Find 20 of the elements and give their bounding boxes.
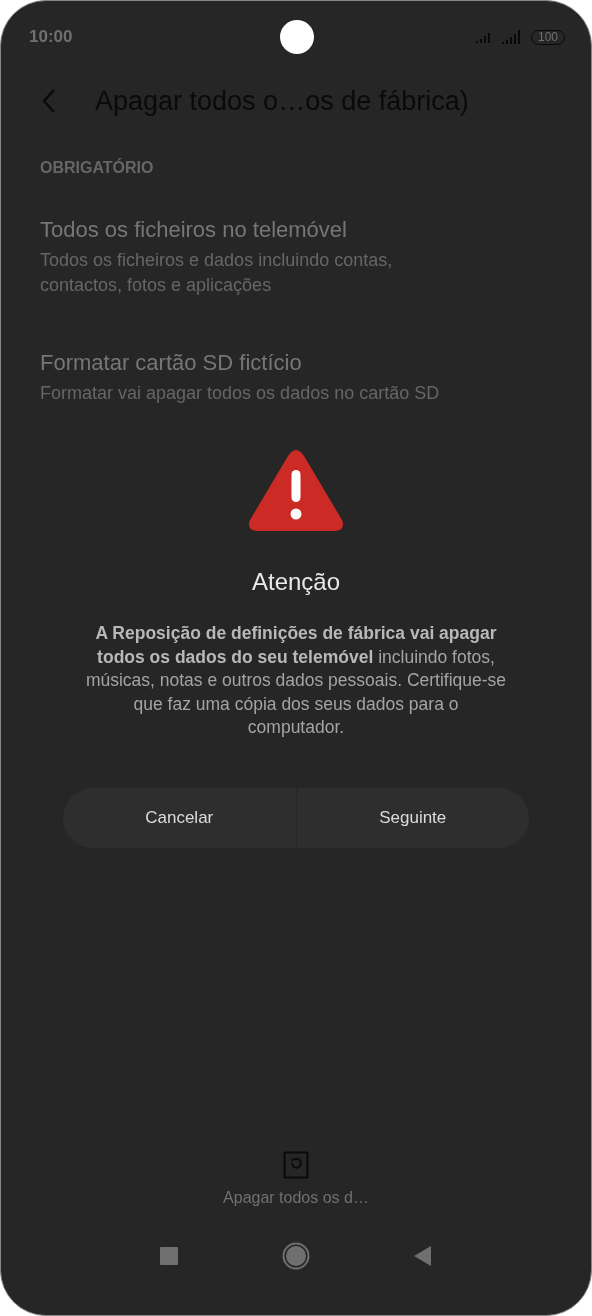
recents-icon[interactable] [160, 1247, 178, 1265]
status-time: 10:00 [29, 27, 73, 47]
home-icon[interactable] [282, 1242, 310, 1270]
bottom-action-label[interactable]: Apagar todos os d… [223, 1189, 369, 1207]
option-title[interactable]: Formatar cartão SD fictício [40, 350, 531, 376]
warning-icon [248, 450, 344, 532]
back-nav-icon[interactable] [414, 1246, 432, 1266]
section-header: OBRIGATÓRIO [40, 159, 155, 177]
signal-icon [474, 30, 493, 44]
reset-icon[interactable] [283, 1151, 309, 1179]
dialog-button[interactable]: Cancelar [63, 787, 297, 848]
camera-hole [280, 20, 314, 54]
option-description: Formatar vai apagar todos os dados no cartão SD [40, 382, 441, 405]
option-title[interactable]: Todos os ficheiros no telemóvel [40, 217, 531, 243]
signal-icon [500, 29, 523, 45]
dialog-button[interactable]: Seguinte [296, 787, 529, 848]
option-description: Todos os ficheiros e dados incluindo contas, contactos, fotos e aplicações [40, 249, 394, 297]
back-icon[interactable] [41, 88, 57, 114]
dialog-title: Atenção [251, 568, 341, 596]
dialog-message: A Reposição de definições de fábrica vai apagar todos os dados do seu telemóvel incluindo fotos, músicas, notas e outros dados pessoais. Certifique-se que faz uma cópia dos seus dados para o computador. [84, 622, 508, 739]
